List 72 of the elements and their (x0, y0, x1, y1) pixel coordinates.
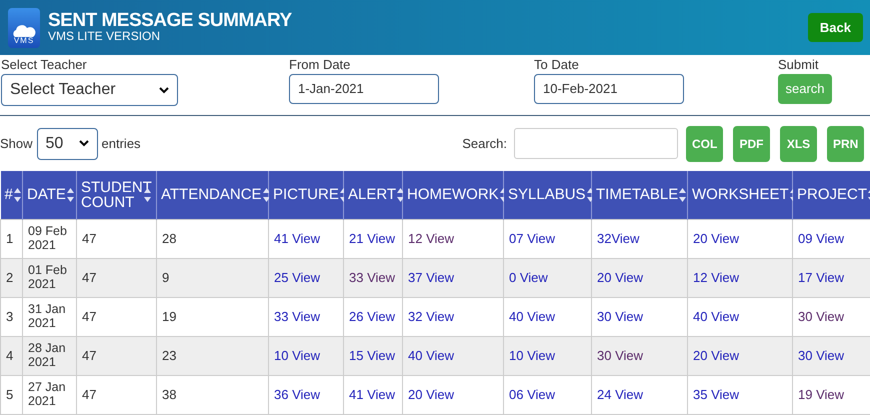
table-cell: 1 (0, 219, 22, 258)
table-cell: 28 Jan 2021 (22, 336, 76, 375)
app-logo: VMS (8, 8, 40, 48)
view-link[interactable]: 0 View (509, 270, 548, 285)
to-date-field[interactable]: 10-Feb-2021 (534, 74, 684, 104)
search-label: Search: (462, 134, 507, 153)
sort-icon (397, 188, 404, 202)
caret-icon (78, 140, 89, 147)
caret-icon (159, 86, 169, 94)
field-label: Submit (778, 58, 820, 71)
view-link[interactable]: 24 View (597, 386, 644, 402)
view-link[interactable]: 35 View (693, 386, 740, 402)
search-field[interactable] (514, 128, 678, 159)
back-button[interactable]: Back (808, 12, 863, 42)
table-cell: 3 (0, 297, 22, 336)
sort-icon (66, 188, 74, 202)
table-cell: 9 (156, 258, 268, 297)
table-cell: 31 Jan 2021 (22, 297, 76, 336)
entries-label: entries (102, 134, 141, 153)
view-link[interactable]: 20 View (693, 348, 740, 363)
column-header[interactable]: PICTURE (268, 171, 344, 219)
table-cell: 47 (76, 219, 156, 258)
field-label: Select Teacher (1, 58, 88, 71)
table-cell: 01 Feb 2021 (22, 258, 76, 297)
view-link[interactable]: 32View (597, 230, 640, 246)
view-link[interactable]: 40 View (408, 348, 454, 363)
entries-select[interactable]: 50 (36, 128, 98, 160)
column-header[interactable]: # (0, 171, 22, 219)
column-header[interactable]: STUDENT COUNT (76, 171, 156, 219)
view-link[interactable]: 20 View (693, 230, 740, 246)
select-value: 50 (46, 134, 64, 154)
from-date-field[interactable]: 1-Jan-2021 (289, 74, 439, 104)
table-cell: 47 (76, 375, 156, 414)
table-cell: 47 (76, 258, 156, 297)
sort-icon (262, 188, 270, 202)
show-label: Show (0, 134, 33, 153)
column-header[interactable]: WORKSHEET (688, 171, 792, 219)
view-link[interactable]: 20 View (597, 270, 644, 285)
column-header[interactable]: PROJECT (792, 171, 870, 219)
table-cell: 2 (0, 258, 22, 297)
table-cell: 47 (76, 297, 156, 336)
column-header[interactable]: ATTENDANCE (156, 171, 268, 219)
page-subtitle: VMS LITE VERSION (48, 30, 162, 44)
view-link[interactable]: 40 View (693, 308, 740, 324)
column-header[interactable]: ALERT (344, 171, 402, 219)
select-value: Select Teacher (10, 80, 116, 100)
view-link[interactable]: 32 View (408, 308, 454, 324)
teacher-select[interactable]: Select Teacher (1, 74, 178, 106)
table-cell: 5 (0, 375, 22, 414)
field-label: To Date (534, 58, 580, 71)
table-cell: 4 (0, 336, 22, 375)
table-cell: 19 (156, 297, 268, 336)
page-title: SENT MESSAGE SUMMARY (48, 11, 292, 30)
sort-icon (14, 188, 21, 202)
column-header[interactable]: TIMETABLE (592, 171, 688, 219)
view-link[interactable]: 30 View (597, 348, 644, 363)
table-cell: 27 Jan 2021 (22, 375, 76, 414)
table-cell: 38 (156, 375, 268, 414)
column-header[interactable]: SYLLABUS (504, 171, 592, 219)
view-link[interactable]: 20 View (408, 386, 454, 402)
view-link[interactable]: 30 View (597, 308, 644, 324)
table-cell: 23 (156, 336, 268, 375)
field-label: From Date (289, 58, 352, 71)
view-link[interactable]: 37 View (408, 270, 454, 285)
table-cell: 09 Feb 2021 (22, 219, 76, 258)
sort-icon (679, 188, 686, 202)
view-link[interactable]: 12 View (693, 270, 740, 285)
column-header[interactable]: DATE (22, 171, 76, 219)
table-cell: 47 (76, 336, 156, 375)
table-cell: 28 (156, 219, 268, 258)
view-link[interactable]: 12 View (408, 230, 454, 246)
column-header[interactable]: HOMEWORK (402, 171, 504, 219)
